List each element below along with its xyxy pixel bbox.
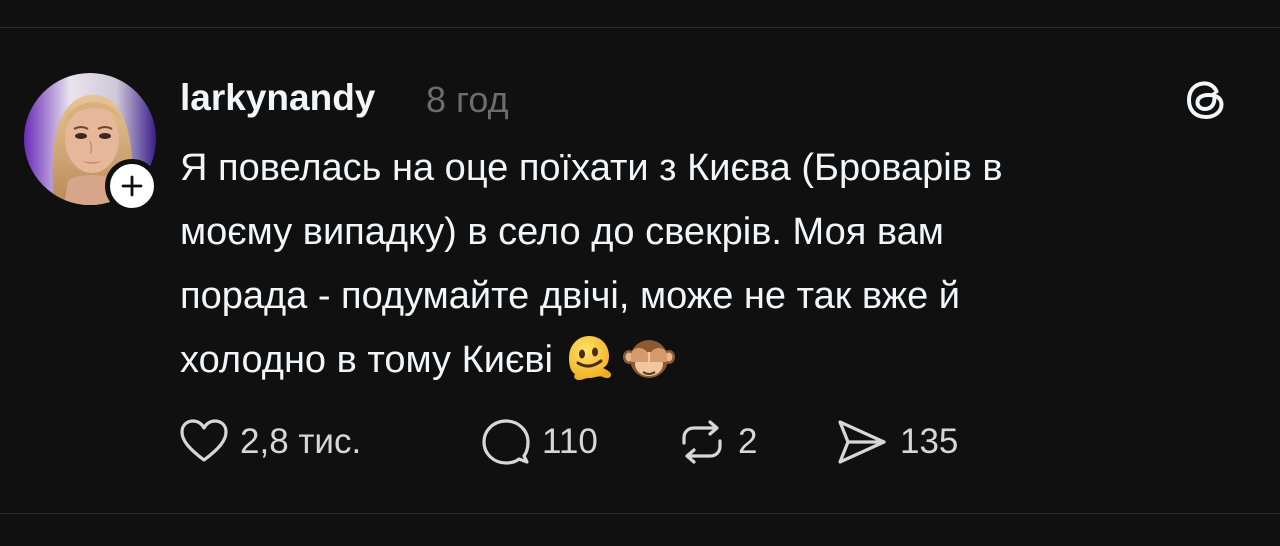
plus-icon [121,175,143,197]
top-divider [0,27,1280,28]
melting-face-emoji-icon [563,332,613,402]
like-count: 2,8 тис. [240,422,362,461]
see-no-evil-monkey-emoji-icon [622,332,675,402]
share-button[interactable]: 135 [834,414,958,470]
comment-count: 110 [542,422,598,461]
avatar-container[interactable] [24,73,159,213]
post-text: Я повелась на оце поїхати з Києва (Брова… [180,136,1190,402]
username[interactable]: larkynandy [180,74,375,122]
follow-button[interactable] [105,159,159,213]
post-text-line: порада - подумайте двічі, може не так вж… [180,275,961,317]
threads-logo-icon[interactable] [1180,74,1232,126]
bottom-divider [0,513,1280,514]
repost-button[interactable]: 2 [676,414,757,470]
post-text-line-last: холодно в тому Києві [180,328,1190,402]
comment-bubble-icon [482,419,530,465]
share-count: 135 [900,422,959,461]
post-text-line: Я повелась на оце поїхати з Києва (Брова… [180,147,1003,189]
comment-button[interactable]: 110 [480,414,598,470]
post-text-line: холодно в тому Києві [180,339,553,381]
repost-count: 2 [738,422,758,461]
send-icon [838,420,886,464]
heart-icon [180,419,228,462]
post-text-line: моєму випадку) в село до свекрів. Моя ва… [180,211,944,253]
like-button[interactable]: 2,8 тис. [178,414,361,470]
post-timestamp: 8 год [426,79,509,120]
repost-icon [682,420,722,464]
